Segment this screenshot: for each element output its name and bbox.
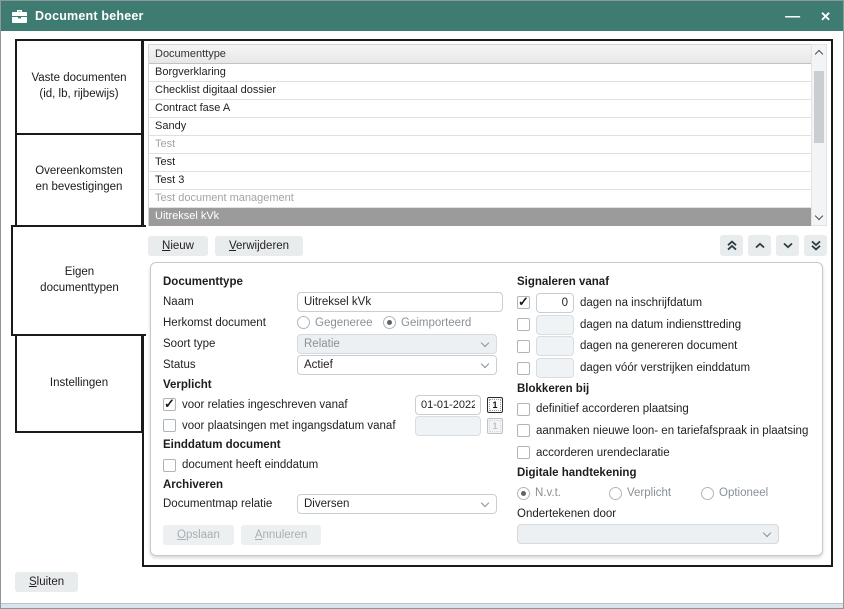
scroll-down-icon[interactable] [812,210,826,225]
list-item[interactable]: Test [149,154,811,172]
window-body: Vaste documenten (id, lb, rijbewijs) Ove… [1,31,843,608]
document-beheer-window: Document beheer — ✕ Vaste documenten (id… [0,0,844,609]
tab-overeenkomsten[interactable]: Overeenkomsten en bevestigingen [15,133,143,227]
chevron-down-icon [481,499,489,507]
tab-eigen-documenttypen[interactable]: Eigen documenttypen [11,225,146,336]
window-bottom-edge [1,603,843,608]
checkbox-signaleren-inschrijfdatum[interactable] [517,296,530,309]
status-label: Status [163,359,291,371]
soort-type-select[interactable]: Relatie [297,334,497,354]
documenttype-list: Documenttype Borgverklaring Checklist di… [148,44,827,226]
dagen-inschrijfdatum-input[interactable] [536,293,574,313]
radio-icon [701,487,714,500]
move-down-button[interactable] [776,235,799,256]
section-title-verplicht: Verplicht [163,376,503,394]
list-item[interactable]: Test 3 [149,172,811,190]
tab-instellingen[interactable]: Instellingen [15,334,143,433]
list-item-selected[interactable]: Uitreksel kVk [149,208,811,226]
checkbox-signaleren-einddatum[interactable] [517,362,530,375]
nieuw-button[interactable]: Nieuw [148,236,208,256]
list-item[interactable]: Checklist digitaal dossier [149,82,811,100]
chevron-double-down-icon [811,240,821,251]
ondertekenen-door-label: Ondertekenen door [517,504,810,523]
scrollbar-thumb[interactable] [814,71,824,143]
move-top-button[interactable] [720,235,743,256]
radio-selected-icon [383,316,396,329]
list-item[interactable]: Test [149,136,811,154]
soort-type-label: Soort type [163,338,291,350]
radio-gegenereerd[interactable]: Gegenereerd [297,316,377,329]
list-item[interactable]: Test document management [149,190,811,208]
dagen-verstrijken-input [536,358,574,378]
dagen-indiensttreding-input [536,315,574,335]
checkbox-document-einddatum[interactable] [163,459,176,472]
checkbox-blokkeren-urendeclaratie[interactable] [517,446,530,459]
window-title: Document beheer [35,9,144,23]
titlebar: Document beheer — ✕ [1,1,843,31]
close-icon[interactable]: ✕ [820,10,831,23]
tab-vaste-documenten[interactable]: Vaste documenten (id, lb, rijbewijs) [15,39,143,135]
ondertekenen-door-select[interactable] [517,524,779,544]
radio-verplicht[interactable]: Verplicht [609,487,695,500]
section-title-signaleren: Signaleren vanaf [517,273,810,292]
opslaan-button[interactable]: Opslaan [163,525,234,545]
list-scrollbar[interactable] [811,44,827,226]
dagen-genereren-input [536,336,574,356]
chevron-down-icon [481,339,489,347]
list-actions: Nieuw Verwijderen [148,235,827,256]
section-title-handtekening: Digitale handtekening [517,464,810,483]
plaatsingen-vanaf-date-input [415,416,481,436]
scroll-up-icon[interactable] [812,45,826,60]
checkbox-plaatsingen-ingangsdatum[interactable] [163,419,176,432]
section-title-archiveren: Archiveren [163,476,503,494]
radio-icon [609,487,622,500]
calendar-icon-disabled: 1 [487,418,503,434]
checkbox-blokkeren-tariefafspraak[interactable] [517,424,530,437]
briefcase-icon [11,8,27,24]
checkbox-signaleren-indiensttreding[interactable] [517,318,530,331]
chevron-double-up-icon [727,240,737,251]
herkomst-label: Herkomst document [163,317,291,329]
documentmap-select[interactable]: Diversen [297,494,497,514]
radio-optioneel[interactable]: Optioneel [701,487,768,500]
chevron-down-icon [783,242,793,249]
naam-input[interactable] [297,292,503,312]
calendar-icon[interactable]: 1 [487,397,503,413]
move-up-button[interactable] [748,235,771,256]
checkbox-blokkeren-plaatsing[interactable] [517,403,530,416]
list-item[interactable]: Borgverklaring [149,64,811,82]
section-title-documenttype: Documenttype [163,273,503,291]
list-header-documenttype[interactable]: Documenttype [149,45,811,64]
radio-nvt[interactable]: N.v.t. [517,487,603,500]
section-title-blokkeren: Blokkeren bij [517,379,810,398]
sluiten-button[interactable]: Sluiten [15,572,78,592]
checkbox-signaleren-genereren[interactable] [517,340,530,353]
documenttype-detail-panel: Documenttype Naam Herkomst document Gege… [150,262,823,556]
chevron-down-icon [763,529,771,537]
radio-geimporteerd[interactable]: Geimporteerd [383,316,471,329]
list-item[interactable]: Sandy [149,118,811,136]
chevron-down-icon [481,360,489,368]
move-bottom-button[interactable] [804,235,827,256]
chevron-up-icon [755,242,765,249]
radio-selected-icon [517,487,530,500]
content-box: Documenttype Borgverklaring Checklist di… [142,39,833,567]
radio-icon [297,316,310,329]
list-item[interactable]: Contract fase A [149,100,811,118]
section-title-einddatum: Einddatum document [163,436,503,454]
documentmap-label: Documentmap relatie [163,498,291,510]
naam-label: Naam [163,296,291,308]
relaties-vanaf-date-input[interactable] [415,395,481,415]
checkbox-relaties-ingeschreven[interactable] [163,398,176,411]
annuleren-button[interactable]: Annuleren [241,525,321,545]
minimize-button[interactable]: — [785,9,800,24]
verwijderen-button[interactable]: Verwijderen [215,236,303,256]
status-select[interactable]: Actief [297,355,497,375]
